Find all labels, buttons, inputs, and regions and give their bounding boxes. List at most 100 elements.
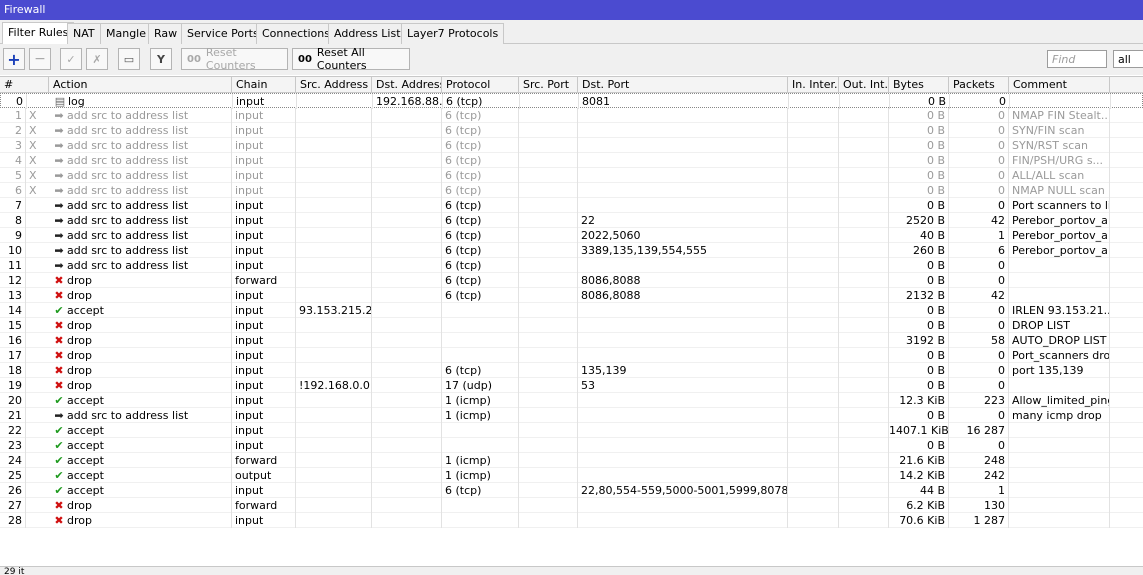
- table-row[interactable]: 1 X ➡ add src to address list input 6 (tcp) 0 …: [0, 108, 1143, 123]
- table-row[interactable]: 19✖dropinput!192.168.0.0...17 (udp)530 B…: [0, 378, 1143, 393]
- cell-num: 27: [0, 498, 26, 513]
- table-row[interactable]: 13 ✖ drop input 6 (tcp) 8086,8088 2132 B 42: [0, 288, 1143, 303]
- disable-x-icon[interactable]: ✗: [86, 48, 108, 70]
- counter-icon: 00: [298, 53, 312, 65]
- toolbar: + − ✓ ✗ ▭ Y 00 Reset Counters 00 Reset A…: [0, 44, 1143, 75]
- enable-check-icon[interactable]: ✓: [60, 48, 82, 70]
- col-header-in-interface[interactable]: In. Inter...: [788, 77, 839, 92]
- table-row[interactable]: 8 ➡ add src to address list input 6 (tcp) 22 2…: [0, 213, 1143, 228]
- table-row[interactable]: 7 ➡ add src to address list input 6 (tcp) 0 B…: [0, 198, 1143, 213]
- tab-address-lists[interactable]: Address Lists: [328, 23, 413, 44]
- cell-dst-address: [372, 108, 442, 123]
- comment-icon[interactable]: ▭: [118, 48, 140, 70]
- table-row[interactable]: 11 ➡ add src to address list input 6 (tcp) 0 …: [0, 258, 1143, 273]
- cell-dst-port: [578, 348, 788, 363]
- col-header-out-interface[interactable]: Out. Int...: [839, 77, 889, 92]
- reset-all-counters-button[interactable]: 00 Reset All Counters: [292, 46, 410, 72]
- cell-dst-address: [372, 333, 442, 348]
- table-row[interactable]: 5 X ➡ add src to address list input 6 (tcp) 0 …: [0, 168, 1143, 183]
- cell-protocol: 6 (tcp): [442, 183, 519, 198]
- tab-connections[interactable]: Connections: [256, 23, 336, 44]
- cell-action: ➡ add src to address list: [49, 138, 232, 153]
- col-header-src-port[interactable]: Src. Port: [519, 77, 578, 92]
- table-row[interactable]: 4 X ➡ add src to address list input 6 (tcp) 0 …: [0, 153, 1143, 168]
- filter-scope-select[interactable]: all: [1113, 50, 1143, 68]
- table-row[interactable]: 3 X ➡ add src to address list input 6 (tcp) 0 …: [0, 138, 1143, 153]
- cell-out-interface: [839, 183, 889, 198]
- col-header-bytes[interactable]: Bytes: [889, 77, 949, 92]
- cell-chain: input: [232, 228, 296, 243]
- cell-src-address: [296, 288, 372, 303]
- remove-icon[interactable]: −: [29, 48, 51, 70]
- cell-src-port: [519, 213, 578, 228]
- cell-src-address: [296, 408, 372, 423]
- cell-protocol: 6 (tcp): [442, 363, 519, 378]
- col-header-dst-address[interactable]: Dst. Address: [372, 77, 442, 92]
- cell-num: 1: [0, 108, 26, 123]
- cell-dst-address: [372, 498, 442, 513]
- table-row[interactable]: 10 ➡ add src to address list input 6 (tcp) 33…: [0, 243, 1143, 258]
- table-row[interactable]: 27 ✖ drop forward 6.2 KiB 130: [0, 498, 1143, 513]
- col-header-packets[interactable]: Packets: [949, 77, 1009, 92]
- col-header-num[interactable]: #: [0, 77, 49, 92]
- cell-num: 7: [0, 198, 26, 213]
- table-row[interactable]: 21 ➡ add src to address list input 1 (icmp) 0…: [0, 408, 1143, 423]
- cell-out-interface: [839, 243, 889, 258]
- add-icon[interactable]: +: [3, 48, 25, 70]
- find-input[interactable]: Find: [1047, 50, 1107, 68]
- action-label: add src to address list: [67, 139, 189, 152]
- drop-icon: ✖: [54, 364, 64, 377]
- table-row[interactable]: 14 ✔ accept input 93.153.215.26 0 B 0 IRLEN 93.…: [0, 303, 1143, 318]
- col-header-action[interactable]: Action: [49, 77, 232, 92]
- cell-out-interface: [839, 438, 889, 453]
- cell-packets: 0: [950, 94, 1010, 109]
- table-row[interactable]: 9 ➡ add src to address list input 6 (tcp) 202…: [0, 228, 1143, 243]
- cell-dst-port: 3389,135,139,554,555: [578, 243, 788, 258]
- filter-funnel-icon[interactable]: Y: [150, 48, 172, 70]
- col-header-comment[interactable]: Comment: [1009, 77, 1110, 92]
- table-row[interactable]: 2 X ➡ add src to address list input 6 (tcp) 0 …: [0, 123, 1143, 138]
- cell-protocol: 1 (icmp): [442, 453, 519, 468]
- cell-chain: input: [232, 198, 296, 213]
- tab-mangle[interactable]: Mangle: [100, 23, 153, 44]
- tab-layer7-protocols[interactable]: Layer7 Protocols: [401, 23, 505, 44]
- table-row[interactable]: 15 ✖ drop input 0 B 0 DROP LIST: [0, 318, 1143, 333]
- col-header-protocol[interactable]: Protocol: [442, 77, 519, 92]
- cell-packets: 130: [949, 498, 1009, 513]
- cell-src-port: [519, 303, 578, 318]
- table-row[interactable]: 20 ✔ accept input 1 (icmp) 12.3 KiB 223 Allow_l…: [0, 393, 1143, 408]
- cell-dst-port: [578, 198, 788, 213]
- tab-filter-rules[interactable]: Filter Rules: [2, 22, 75, 44]
- table-row[interactable]: 23 ✔ accept input 0 B0: [0, 438, 1143, 453]
- cell-protocol: [442, 318, 519, 333]
- cell-action: ➡ add src to address list: [49, 243, 232, 258]
- table-row[interactable]: 17 ✖ drop input 0 B 0 Port_scanners dro...: [0, 348, 1143, 363]
- table-row[interactable]: 12 ✖ drop forward 6 (tcp) 8086,8088 0 B0: [0, 273, 1143, 288]
- table-row[interactable]: 16 ✖ drop input 3192 B 58 AUTO_DROP LIST: [0, 333, 1143, 348]
- table-row[interactable]: 6 X ➡ add src to address list input 6 (tcp) 0 …: [0, 183, 1143, 198]
- tab-service-ports[interactable]: Service Ports: [181, 23, 265, 44]
- cell-flag: X: [29, 109, 37, 122]
- table-row[interactable]: 24 ✔ accept forward 1 (icmp) 21.6 KiB 248: [0, 453, 1143, 468]
- col-header-chain[interactable]: Chain: [232, 77, 296, 92]
- item-count: 29 it: [4, 567, 25, 575]
- cell-out-interface: [839, 423, 889, 438]
- cell-comment: many icmp drop: [1009, 408, 1110, 423]
- table-header: # Action Chain Src. Address Dst. Address…: [0, 76, 1143, 93]
- col-header-dst-port[interactable]: Dst. Port: [578, 77, 788, 92]
- col-header-src-address[interactable]: Src. Address: [296, 77, 372, 92]
- reset-counters-button[interactable]: 00 Reset Counters: [181, 46, 288, 72]
- table-row[interactable]: 22 ✔ accept input 1407.1 KiB 16 287: [0, 423, 1143, 438]
- table-row[interactable]: 0 ▤ log input 192.168.88.2 6 (tcp) 8081 0 B0: [0, 93, 1143, 109]
- table-row[interactable]: 28 ✖ drop input 70.6 KiB 1 287: [0, 513, 1143, 528]
- table-row[interactable]: 26 ✔ accept input 6 (tcp) 22,80,554-559,5000-…: [0, 483, 1143, 498]
- tab-raw[interactable]: Raw: [148, 23, 184, 44]
- cell-protocol: 6 (tcp): [442, 153, 519, 168]
- cell-chain: input: [232, 483, 296, 498]
- table-row[interactable]: 25 ✔ accept output 1 (icmp) 14.2 KiB 242: [0, 468, 1143, 483]
- tab-nat[interactable]: NAT: [67, 23, 101, 44]
- cell-src-port: [519, 198, 578, 213]
- action-label: add src to address list: [67, 214, 189, 227]
- table-row[interactable]: 18 ✖ drop input 6 (tcp) 135,139 0 B 0 port 135,1…: [0, 363, 1143, 378]
- cell-flag: [26, 393, 49, 408]
